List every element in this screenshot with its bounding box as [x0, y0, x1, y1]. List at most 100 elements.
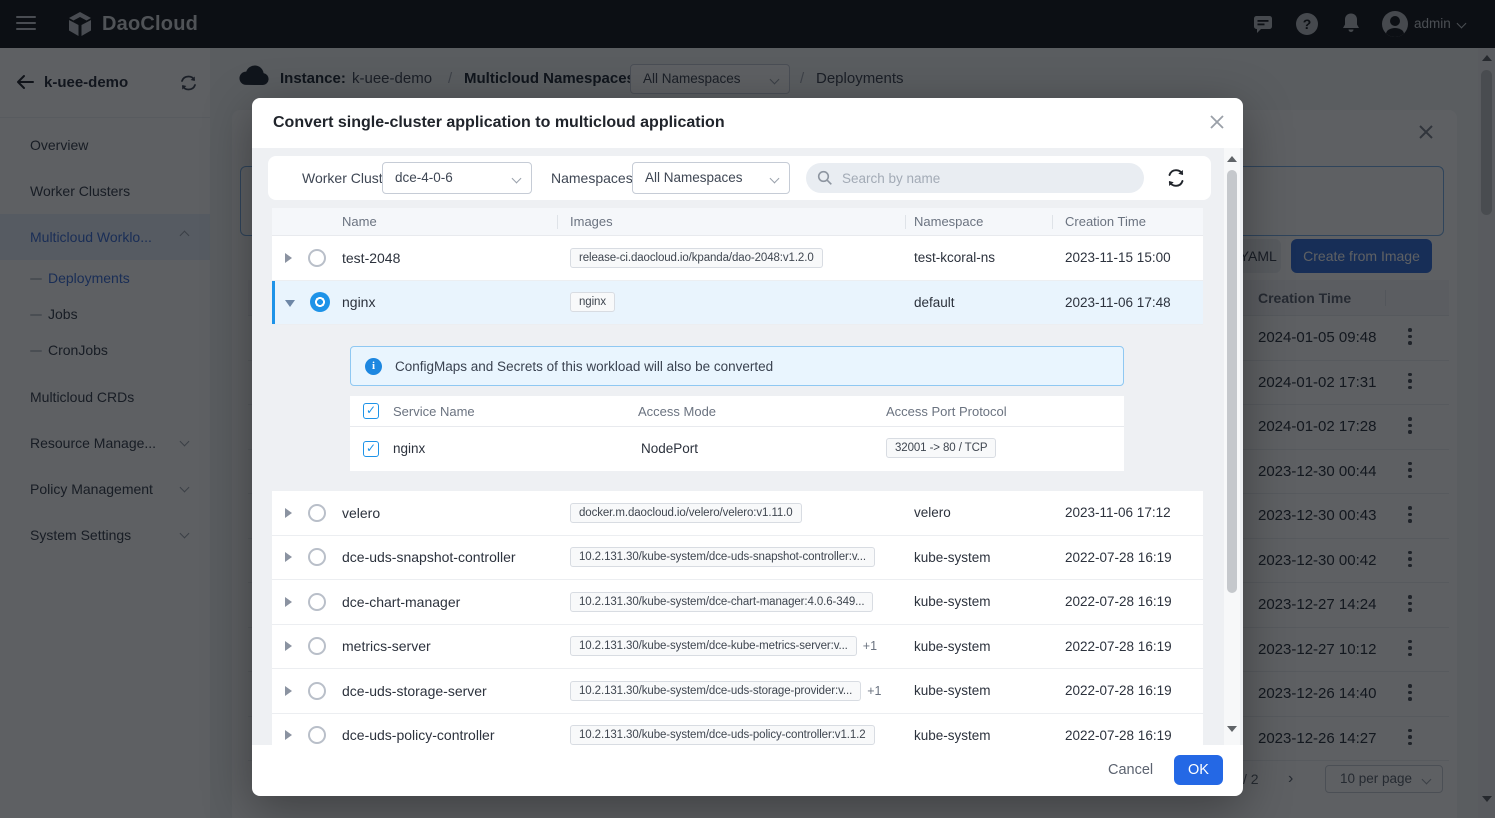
- app: DaoCloud ? admin k-uee-demo Overvie: [0, 0, 1495, 818]
- scroll-up-icon[interactable]: [1227, 156, 1237, 162]
- select-workload-radio[interactable]: [308, 726, 326, 744]
- workloads-table-header: Name Images Namespace Creation Time: [272, 208, 1203, 236]
- workload-creation-time: 2023-11-06 17:12: [1065, 505, 1203, 520]
- select-all-services-checkbox[interactable]: [363, 403, 379, 419]
- namespaces-select[interactable]: All Namespaces: [632, 162, 790, 194]
- expand-row-icon[interactable]: [285, 253, 292, 263]
- worker-cluster-select[interactable]: dce-4-0-6: [382, 162, 532, 194]
- modal-filter-bar: Worker Cluster dce-4-0-6 Namespaces All …: [268, 156, 1211, 200]
- expand-row-icon[interactable]: [285, 597, 292, 607]
- header-name: Name: [342, 214, 570, 229]
- header-service-name: Service Name: [393, 396, 475, 427]
- workload-image-chip: docker.m.daocloud.io/velero/velero:v1.11…: [570, 503, 802, 523]
- modal-body: Worker Cluster dce-4-0-6 Namespaces All …: [252, 148, 1243, 745]
- select-workload-radio[interactable]: [308, 637, 326, 655]
- workload-namespace: kube-system: [914, 728, 1065, 743]
- workload-row[interactable]: metrics-server10.2.131.30/kube-system/dc…: [272, 625, 1203, 670]
- workload-creation-time: 2022-07-28 16:19: [1065, 594, 1203, 609]
- workload-namespace: kube-system: [914, 594, 1065, 609]
- expand-row-icon[interactable]: [285, 730, 292, 740]
- more-images-count: +1: [867, 684, 881, 698]
- header-namespace: Namespace: [914, 214, 1065, 229]
- workload-name: dce-uds-snapshot-controller: [342, 549, 570, 565]
- service-row[interactable]: nginx NodePort 32001 -> 80 / TCP: [350, 427, 1124, 471]
- workload-image-chip: 10.2.131.30/kube-system/dce-kube-metrics…: [570, 636, 857, 656]
- workload-image-chip: 10.2.131.30/kube-system/dce-uds-policy-c…: [570, 725, 875, 745]
- search-input[interactable]: [840, 163, 1130, 193]
- header-access-mode: Access Mode: [638, 396, 716, 427]
- workload-name: nginx: [342, 294, 570, 310]
- workload-name: dce-uds-policy-controller: [342, 727, 570, 743]
- service-access-mode: NodePort: [641, 427, 698, 471]
- modal-title: Convert single-cluster application to mu…: [273, 98, 725, 148]
- more-images-count: +1: [863, 639, 877, 653]
- workload-namespace: velero: [914, 505, 1065, 520]
- workload-name: dce-chart-manager: [342, 594, 570, 610]
- chevron-down-icon: [770, 174, 780, 184]
- select-service-checkbox[interactable]: [363, 441, 379, 457]
- service-name: nginx: [393, 427, 425, 471]
- workload-row[interactable]: dce-uds-storage-server10.2.131.30/kube-s…: [272, 669, 1203, 714]
- modal-close-icon[interactable]: [1209, 114, 1225, 130]
- workload-row[interactable]: dce-uds-snapshot-controller10.2.131.30/k…: [272, 536, 1203, 581]
- workload-name: test-2048: [342, 250, 570, 266]
- select-workload-radio[interactable]: [308, 249, 326, 267]
- workload-namespace: kube-system: [914, 550, 1065, 565]
- expanded-workload-section: i ConfigMaps and Secrets of this workloa…: [272, 325, 1203, 491]
- workload-image-chip: 10.2.131.30/kube-system/dce-uds-snapshot…: [570, 547, 875, 567]
- modal-scrollbar[interactable]: [1224, 148, 1240, 745]
- workload-creation-time: 2022-07-28 16:19: [1065, 550, 1203, 565]
- workload-row[interactable]: velerodocker.m.daocloud.io/velero/velero…: [272, 491, 1203, 536]
- header-creation-time: Creation Time: [1065, 214, 1203, 229]
- select-workload-radio[interactable]: [308, 548, 326, 566]
- workload-image-chip: 10.2.131.30/kube-system/dce-uds-storage-…: [570, 681, 861, 701]
- convert-modal: Convert single-cluster application to mu…: [252, 98, 1243, 796]
- workload-row[interactable]: dce-chart-manager10.2.131.30/kube-system…: [272, 580, 1203, 625]
- workload-creation-time: 2023-11-06 17:48: [1065, 295, 1203, 310]
- search-icon: [817, 170, 833, 186]
- workload-creation-time: 2023-11-15 15:00: [1065, 250, 1203, 265]
- select-workload-radio[interactable]: [308, 682, 326, 700]
- scroll-down-icon[interactable]: [1227, 726, 1237, 732]
- workload-name: dce-uds-storage-server: [342, 683, 570, 699]
- cancel-button[interactable]: Cancel: [1108, 745, 1153, 796]
- expand-row-icon[interactable]: [285, 552, 292, 562]
- workload-row[interactable]: nginxnginx default2023-11-06 17:48: [272, 281, 1203, 326]
- workload-row[interactable]: test-2048release-ci.daocloud.io/kpanda/d…: [272, 236, 1203, 281]
- workload-name: metrics-server: [342, 638, 570, 654]
- chevron-down-icon: [512, 174, 522, 184]
- workload-creation-time: 2022-07-28 16:19: [1065, 683, 1203, 698]
- expand-row-icon[interactable]: [285, 508, 292, 518]
- services-table-header: Service Name Access Mode Access Port Pro…: [350, 396, 1124, 427]
- workload-image-chip: nginx: [570, 292, 615, 312]
- header-images: Images: [570, 214, 914, 229]
- select-workload-radio[interactable]: [308, 504, 326, 522]
- workload-image-chip: 10.2.131.30/kube-system/dce-chart-manage…: [570, 592, 873, 612]
- select-workload-radio[interactable]: [308, 593, 326, 611]
- workload-namespace: kube-system: [914, 683, 1065, 698]
- workloads-table: Name Images Namespace Creation Time test…: [272, 208, 1203, 745]
- header-access-port-protocol: Access Port Protocol: [886, 396, 1007, 427]
- workload-row[interactable]: dce-uds-policy-controller10.2.131.30/kub…: [272, 714, 1203, 746]
- workload-namespace: default: [914, 295, 1065, 310]
- collapse-row-icon[interactable]: [285, 300, 295, 307]
- namespaces-label: Namespaces: [551, 156, 633, 200]
- select-workload-radio[interactable]: [310, 292, 330, 312]
- workload-name: velero: [342, 505, 570, 521]
- workload-creation-time: 2022-07-28 16:19: [1065, 728, 1203, 743]
- search-box[interactable]: [806, 163, 1144, 193]
- worker-cluster-value: dce-4-0-6: [395, 170, 453, 185]
- workload-creation-time: 2022-07-28 16:19: [1065, 639, 1203, 654]
- modal-header: Convert single-cluster application to mu…: [252, 98, 1243, 148]
- refresh-icon[interactable]: [1166, 168, 1186, 188]
- workload-image-chip: release-ci.daocloud.io/kpanda/dao-2048:v…: [570, 248, 823, 268]
- convert-info-text: ConfigMaps and Secrets of this workload …: [395, 347, 773, 387]
- namespaces-value: All Namespaces: [645, 170, 743, 185]
- convert-info-alert: i ConfigMaps and Secrets of this workloa…: [350, 346, 1124, 386]
- modal-footer: Cancel OK: [252, 745, 1243, 796]
- modal-scrollbar-thumb[interactable]: [1227, 170, 1237, 593]
- expand-row-icon[interactable]: [285, 686, 292, 696]
- expand-row-icon[interactable]: [285, 641, 292, 651]
- workload-namespace: test-kcoral-ns: [914, 250, 1065, 265]
- ok-button[interactable]: OK: [1174, 755, 1223, 785]
